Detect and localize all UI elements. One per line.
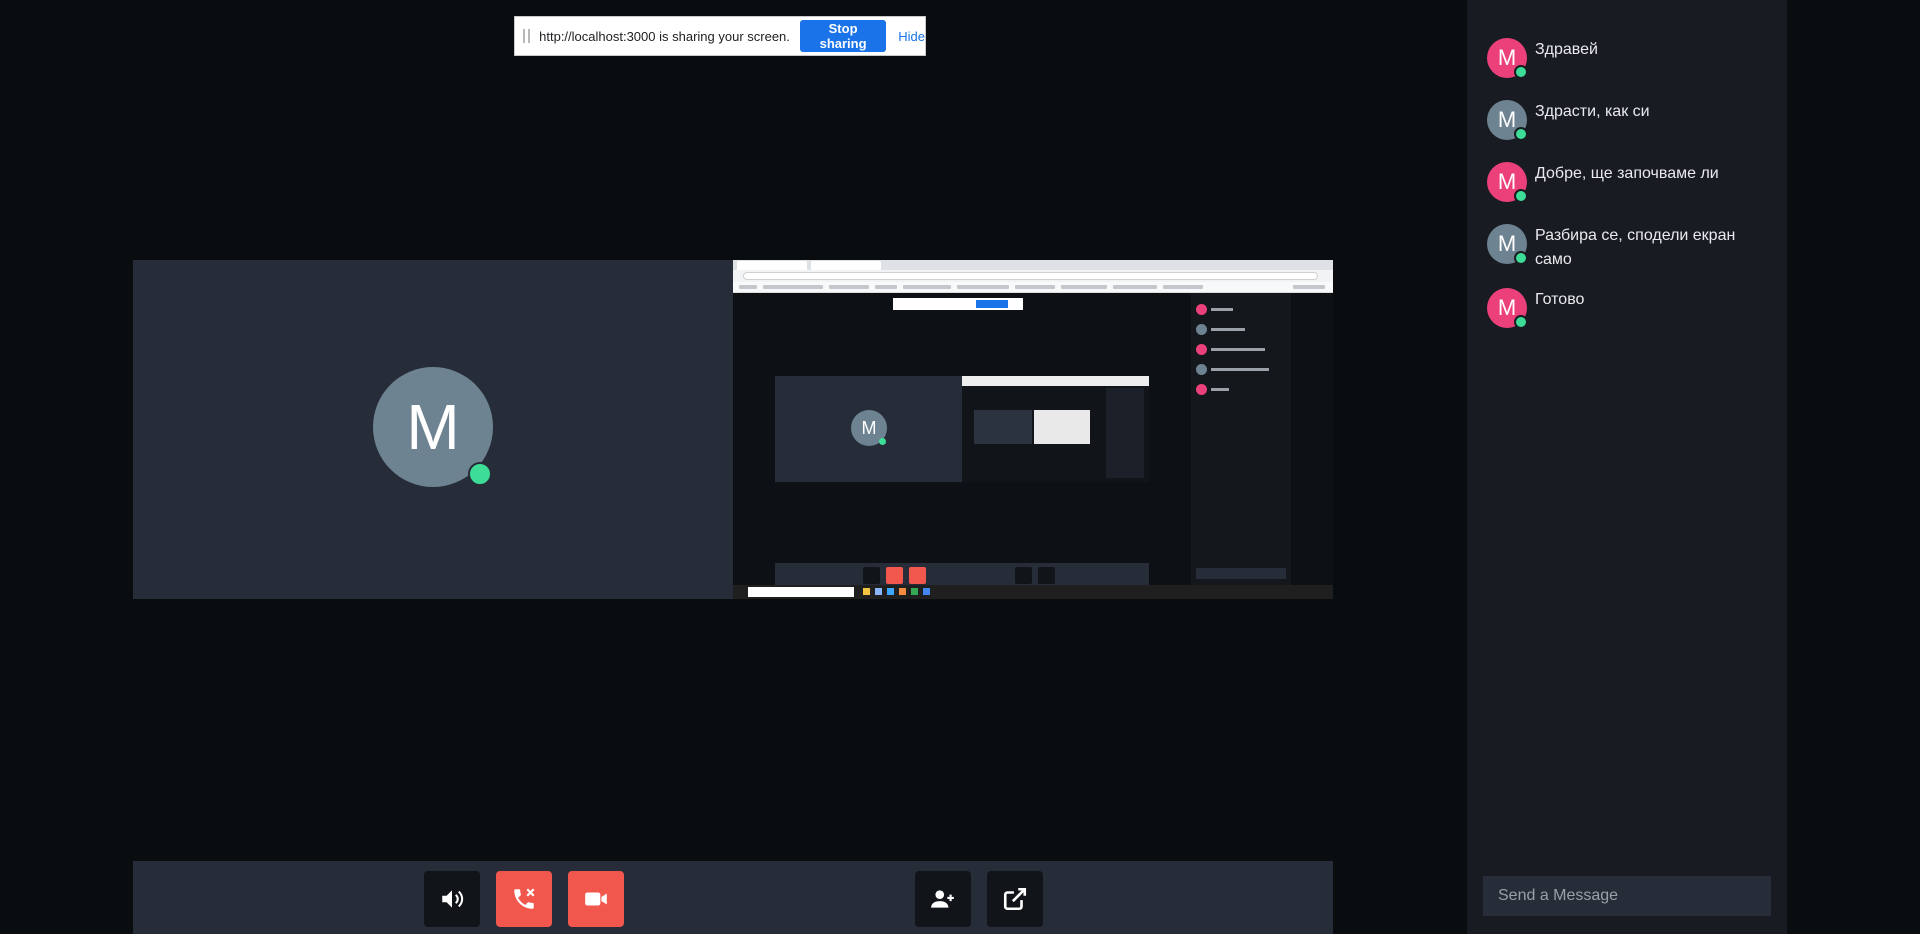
chat-message: M Готово — [1487, 288, 1777, 329]
hide-link[interactable]: Hide — [898, 29, 925, 44]
volume-icon — [442, 890, 464, 908]
chat-message-input[interactable] — [1483, 876, 1771, 916]
chat-message: M Разбира се, сподели екран само — [1487, 224, 1777, 272]
end-call-button[interactable] — [496, 871, 552, 927]
online-status-indicator — [468, 462, 492, 486]
message-text: Добре, ще започваме ли — [1535, 165, 1719, 182]
share-message: http://localhost:3000 is sharing your sc… — [539, 28, 790, 44]
invite-user-button[interactable] — [915, 871, 971, 927]
participant-video-tile: M — [133, 260, 733, 599]
message-avatar: M — [1487, 288, 1528, 329]
popout-button[interactable] — [987, 871, 1043, 927]
online-status-indicator — [1514, 65, 1528, 79]
chat-message: M Добре, ще започваме ли — [1487, 162, 1777, 203]
chat-sidebar: M Здравей M Здрасти, как си M Добре, ще … — [1467, 0, 1787, 934]
online-status-indicator — [1514, 189, 1528, 203]
message-avatar: M — [1487, 224, 1528, 265]
chat-message: M Здравей — [1487, 38, 1777, 79]
chat-message: M Здрасти, как си — [1487, 100, 1777, 141]
message-text: Разбира се, сподели екран само — [1535, 227, 1736, 268]
message-avatar: M — [1487, 162, 1528, 203]
external-link-icon — [1003, 887, 1027, 911]
shared-participant-tile: M — [775, 376, 962, 482]
drag-handle-icon[interactable] — [523, 29, 533, 43]
phone-hangup-icon — [514, 888, 535, 909]
shared-share-bar — [893, 298, 1023, 310]
shared-nested-screen — [962, 376, 1149, 482]
speaker-toggle-button[interactable] — [424, 871, 480, 927]
online-status-indicator — [1514, 127, 1528, 141]
message-avatar: M — [1487, 38, 1528, 79]
shared-taskbar — [733, 585, 1333, 599]
shared-browser-chrome — [733, 260, 1333, 293]
message-text: Здравей — [1535, 41, 1598, 58]
video-camera-icon — [585, 892, 607, 906]
message-avatar: M — [1487, 100, 1528, 141]
shared-chat-sidebar — [1191, 293, 1291, 599]
video-toggle-button[interactable] — [568, 871, 624, 927]
call-controls-bar — [133, 861, 1333, 934]
online-status-indicator — [1514, 251, 1528, 265]
screen-share-notification: http://localhost:3000 is sharing your sc… — [514, 16, 926, 56]
message-text: Готово — [1535, 291, 1585, 308]
stop-sharing-button[interactable]: Stop sharing — [799, 20, 887, 52]
shared-screen-tile: M — [733, 260, 1333, 599]
message-text: Здрасти, как си — [1535, 103, 1650, 120]
online-status-indicator — [1514, 315, 1528, 329]
user-plus-icon — [931, 890, 954, 908]
